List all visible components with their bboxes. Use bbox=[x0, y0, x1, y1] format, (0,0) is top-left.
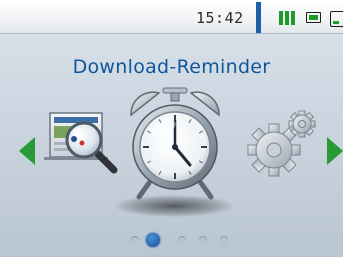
battery-icon bbox=[306, 12, 321, 23]
page-dot[interactable] bbox=[199, 236, 207, 244]
next-arrow-icon[interactable] bbox=[327, 137, 343, 165]
clock-time: 15:42 bbox=[196, 9, 244, 27]
page-dot[interactable] bbox=[131, 236, 139, 244]
search-tile[interactable] bbox=[44, 108, 126, 180]
page-title: Download-Reminder bbox=[72, 56, 271, 78]
storage-icon bbox=[330, 11, 343, 27]
device-screen: 15:42 Download-Reminder bbox=[0, 0, 343, 257]
status-bar: 15:42 bbox=[0, 0, 343, 34]
signal-strength-icon bbox=[279, 10, 297, 29]
alarm-clock-icon bbox=[130, 87, 220, 200]
status-separator bbox=[256, 2, 261, 33]
settings-tile[interactable] bbox=[244, 110, 322, 182]
page-dot[interactable] bbox=[220, 236, 228, 244]
page-dot[interactable] bbox=[178, 236, 186, 244]
page-dot-active[interactable] bbox=[146, 233, 160, 247]
magnifier-icon bbox=[44, 112, 118, 174]
gear-icon bbox=[247, 110, 316, 177]
previous-arrow-icon[interactable] bbox=[19, 137, 35, 165]
download-reminder-tile[interactable] bbox=[125, 85, 225, 203]
